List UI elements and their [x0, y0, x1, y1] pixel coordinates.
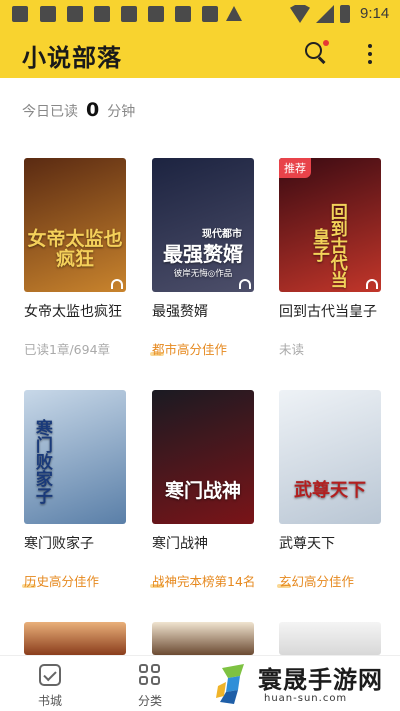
notification-icon: [175, 6, 191, 22]
watermark-text: 寰晟手游网: [258, 665, 383, 694]
today-reading-suffix: 分钟: [107, 104, 136, 120]
book-card[interactable]: 回到古代当皇子 推荐 回到古代当皇子 未读: [279, 158, 381, 358]
signal-icon: [316, 5, 334, 23]
book-cover[interactable]: 回到古代当皇子 推荐: [279, 158, 381, 292]
notification-icon: [12, 6, 28, 22]
battery-icon: [340, 5, 350, 23]
read-progress: 已读1章/694章: [24, 342, 111, 357]
notification-icon: [94, 6, 110, 22]
book-tag: 玄幻高分佳作: [279, 574, 355, 589]
audio-icon: [366, 279, 378, 289]
notification-icon: [40, 6, 56, 22]
notification-dot: [323, 40, 329, 46]
wifi-icon: [290, 5, 310, 23]
recommend-badge: 推荐: [279, 158, 311, 178]
book-title: 回到古代当皇子: [279, 304, 377, 320]
notification-icon: [148, 6, 164, 22]
category-grid-icon: [139, 664, 161, 686]
app-bar: 小说部落: [0, 30, 400, 78]
book-tag: 都市高分佳作: [152, 342, 228, 357]
status-bar: 9:14: [0, 0, 400, 30]
notification-icon: [202, 6, 218, 22]
book-cover[interactable]: 武尊天下: [279, 390, 381, 524]
book-card[interactable]: 武尊天下 武尊天下 玄幻高分佳作: [277, 390, 381, 590]
audio-icon: [239, 279, 251, 289]
audio-icon: [111, 279, 123, 289]
app-title: 小说部落: [22, 44, 122, 72]
today-reading: 今日已读 0 分钟: [22, 99, 135, 121]
watermark-url: huan-sun.com: [264, 693, 348, 704]
book-title: 最强赘婿: [152, 304, 208, 320]
book-cover[interactable]: 现代都市 最强赘婿 彼岸无悔◎作品: [152, 158, 254, 292]
bookstore-icon: [39, 664, 61, 686]
nav-label: 分类: [137, 694, 162, 708]
more-options-button[interactable]: [362, 42, 378, 66]
book-title: 女帝太监也疯狂: [24, 304, 122, 320]
book-card[interactable]: 寒门败家子 寒门败家子 历史高分佳作: [22, 390, 126, 590]
warning-icon: [226, 6, 242, 21]
nav-label: 书城: [37, 694, 62, 708]
read-progress: 未读: [279, 342, 305, 357]
notification-icon: [67, 6, 83, 22]
search-button[interactable]: [303, 40, 329, 66]
book-cover[interactable]: 寒门战神: [152, 390, 254, 524]
book-title: 武尊天下: [279, 536, 335, 552]
book-cover[interactable]: [152, 622, 254, 655]
status-time: 9:14: [360, 5, 390, 22]
book-card[interactable]: 女帝太监也疯狂 女帝太监也疯狂 已读1章/694章: [24, 158, 126, 358]
book-cover[interactable]: [24, 622, 126, 655]
book-cover[interactable]: 寒门败家子: [24, 390, 126, 524]
today-reading-prefix: 今日已读: [22, 104, 78, 120]
watermark-logo: [216, 664, 244, 704]
today-reading-minutes: 0: [86, 99, 100, 121]
notification-icon: [121, 6, 137, 22]
book-tag: 战神完本榜第14名: [152, 574, 256, 589]
book-title: 寒门败家子: [24, 536, 94, 552]
book-tag: 历史高分佳作: [24, 574, 100, 589]
nav-bookstore[interactable]: 书城: [20, 662, 80, 710]
book-card[interactable]: 现代都市 最强赘婿 彼岸无悔◎作品 最强赘婿 都市高分佳作: [150, 158, 254, 358]
book-cover[interactable]: [279, 622, 381, 655]
book-card[interactable]: 寒门战神 寒门战神 战神完本榜第14名: [150, 390, 256, 590]
book-cover[interactable]: 女帝太监也疯狂: [24, 158, 126, 292]
book-title: 寒门战神: [152, 536, 208, 552]
watermark: 寰晟手游网 huan-sun.com: [212, 660, 400, 711]
nav-category[interactable]: 分类: [120, 662, 180, 710]
